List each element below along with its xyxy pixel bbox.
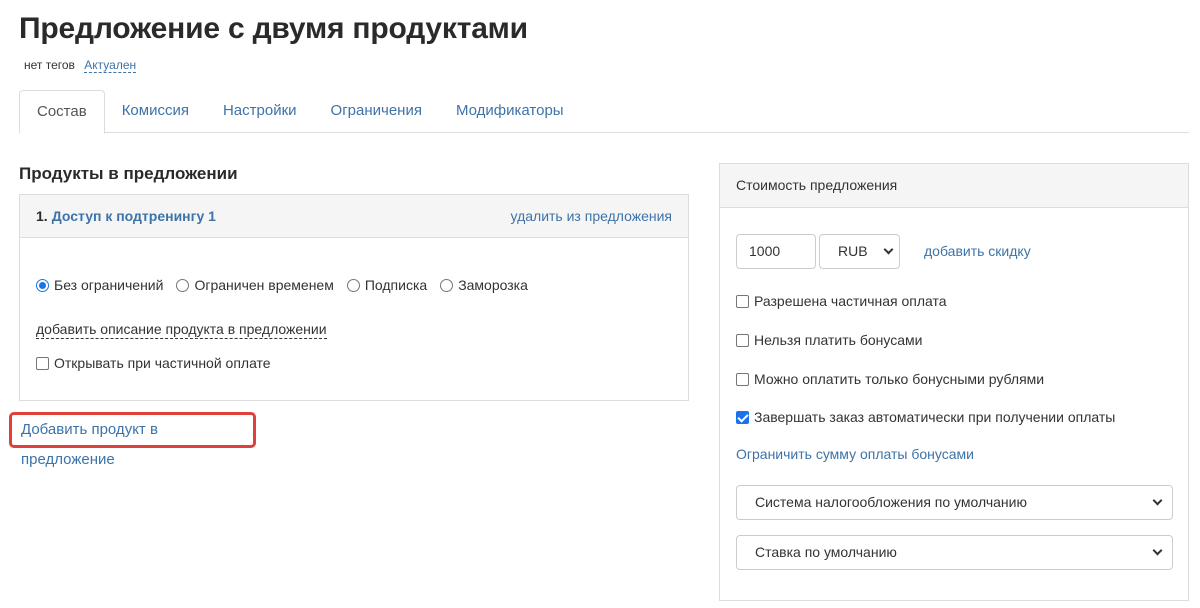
vat-rate-select[interactable]: Ставка по умолчанию [736, 535, 1173, 570]
tab-settings[interactable]: Настройки [206, 90, 314, 133]
checkbox-label: Разрешена частичная оплата [754, 293, 947, 309]
tax-system-select[interactable]: Система налогообложения по умолчанию [736, 485, 1173, 520]
price-panel-title: Стоимость предложения [720, 164, 1188, 208]
page-title: Предложение с двумя продуктами [19, 12, 528, 45]
checkbox-label: Нельзя платить бонусами [754, 332, 923, 348]
add-product-button[interactable]: Добавить продукт в предложение [9, 412, 256, 468]
chevron-down-icon [1152, 495, 1163, 506]
currency-value: RUB [838, 243, 868, 259]
radio-label: Ограничен временем [194, 277, 334, 293]
radio-freeze[interactable]: Заморозка [440, 277, 528, 293]
open-on-partial-checkbox[interactable] [36, 356, 49, 370]
no-bonus-payment-option[interactable]: Нельзя платить бонусами [736, 332, 922, 348]
tax-system-value: Система налогообложения по умолчанию [755, 494, 1027, 510]
radio-label: Заморозка [458, 277, 528, 293]
product-number: 1. [36, 208, 48, 224]
tags-row: нет тегов Актуален [24, 58, 137, 73]
tabs-bar: Состав Комиссия Настройки Ограничения Мо… [19, 90, 1189, 134]
product-panel-header: 1. Доступ к подтренингу 1 удалить из пред… [20, 195, 688, 238]
price-panel: Стоимость предложения 1000 RUB добавить … [719, 163, 1189, 601]
tab-modifiers[interactable]: Модификаторы [439, 90, 581, 133]
remove-from-offer-link[interactable]: удалить из предложения [511, 208, 672, 224]
products-section-title: Продукты в предложении [19, 164, 238, 183]
price-input[interactable]: 1000 [736, 234, 816, 269]
radio-time-limited[interactable]: Ограничен временем [176, 277, 334, 293]
radio-unlimited[interactable]: Без ограничений [36, 277, 163, 293]
radio-button[interactable] [36, 278, 49, 292]
product-panel: 1. Доступ к подтренингу 1 удалить из пред… [19, 194, 689, 401]
limit-bonus-payment-link[interactable]: Ограничить сумму оплаты бонусами [736, 446, 974, 462]
radio-button[interactable] [440, 278, 454, 292]
vat-rate-value: Ставка по умолчанию [755, 544, 897, 560]
add-description-link[interactable]: добавить описание продукта в предложении [36, 321, 327, 339]
currency-select[interactable]: RUB [819, 234, 900, 269]
no-bonus-payment-checkbox[interactable] [736, 333, 749, 347]
radio-label: Без ограничений [54, 277, 164, 293]
partial-payment-checkbox[interactable] [736, 294, 749, 308]
radio-label: Подписка [364, 277, 428, 293]
radio-button[interactable] [346, 278, 360, 292]
partial-payment-option[interactable]: Разрешена частичная оплата [736, 293, 947, 309]
tab-restrictions[interactable]: Ограничения [314, 90, 439, 133]
open-on-partial-payment-option[interactable]: Открывать при частичной оплате [36, 355, 271, 371]
product-heading: 1. Доступ к подтренингу 1 [36, 208, 216, 224]
add-discount-link[interactable]: добавить скидку [924, 243, 1031, 259]
chevron-down-icon [883, 244, 894, 255]
chevron-down-icon [1152, 545, 1163, 556]
checkbox-label: Открывать при частичной оплате [54, 355, 271, 371]
checkbox-label: Завершать заказ автоматически при получе… [754, 409, 1116, 425]
product-name-link[interactable]: Доступ к подтренингу 1 [52, 208, 216, 224]
bonus-only-payment-checkbox[interactable] [736, 372, 749, 386]
status-link[interactable]: Актуален [84, 58, 137, 73]
tab-commission[interactable]: Комиссия [105, 90, 206, 133]
auto-complete-order-checkbox[interactable] [736, 410, 749, 424]
access-type-radio-group: Без ограничений Ограничен временем Подпи… [36, 277, 541, 293]
radio-button[interactable] [176, 278, 190, 292]
radio-subscription[interactable]: Подписка [346, 277, 428, 293]
checkbox-label: Можно оплатить только бонусными рублями [754, 371, 1045, 387]
tab-composition[interactable]: Состав [19, 90, 105, 134]
tags-text: нет тегов [24, 58, 75, 72]
bonus-only-payment-option[interactable]: Можно оплатить только бонусными рублями [736, 371, 1044, 387]
auto-complete-order-option[interactable]: Завершать заказ автоматически при получе… [736, 409, 1115, 425]
